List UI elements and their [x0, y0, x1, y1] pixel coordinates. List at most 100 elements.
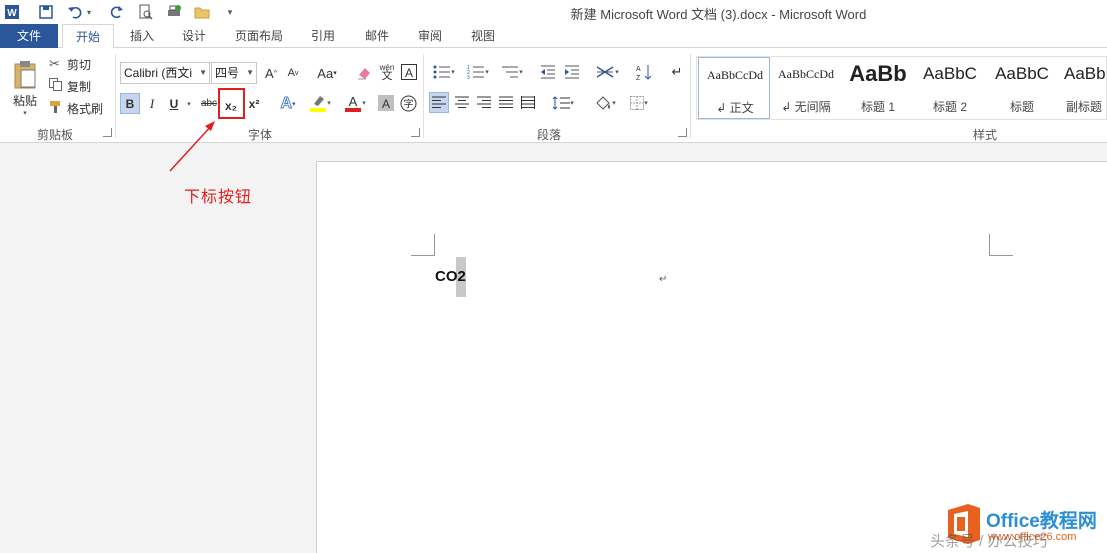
char-shading-button[interactable]: A — [377, 93, 395, 113]
style-name: 副标题 — [1066, 100, 1103, 114]
chevron-down-icon: ▼ — [246, 68, 254, 77]
highlight-button[interactable]: ▾ — [306, 92, 334, 114]
multilevel-list-icon — [502, 66, 519, 78]
sort-icon: AZ — [636, 65, 652, 81]
style-name: 标题 — [1009, 100, 1034, 114]
show-marks-button[interactable]: ↵ — [668, 62, 686, 82]
watermark: Office教程网 www.office26.com 头条号 / 办公技巧 — [930, 500, 1107, 553]
document-page[interactable] — [316, 161, 1107, 553]
font-color-button[interactable]: A ▾ — [340, 92, 370, 114]
separator — [423, 54, 424, 138]
italic-icon: I — [149, 95, 155, 111]
multilevel-list-button[interactable]: ▾ — [497, 62, 527, 82]
line-spacing-button[interactable]: ▾ — [548, 92, 578, 113]
svg-text:A: A — [349, 94, 358, 109]
style-subtitle[interactable]: AaBb 副标题 — [1058, 57, 1107, 119]
italic-button[interactable]: I — [144, 93, 160, 114]
paste-dropdown-icon[interactable]: ▾ — [20, 109, 30, 117]
cut-button[interactable]: ✂ 剪切 — [49, 55, 109, 73]
borders-button[interactable]: ▾ — [624, 92, 654, 113]
watermark-overlay: 头条号 / 办公技巧 — [930, 533, 1048, 550]
svg-text:A: A — [405, 66, 413, 80]
strikethrough-button[interactable]: abc — [198, 93, 220, 114]
scissors-icon: ✂ — [49, 56, 60, 71]
superscript-button[interactable]: x² — [244, 93, 264, 114]
eraser-icon — [358, 68, 370, 80]
paste-button[interactable]: 粘贴 — [8, 56, 42, 112]
align-left-icon — [432, 96, 446, 108]
strikethrough-icon: abc — [200, 98, 218, 109]
bold-button[interactable]: B — [120, 93, 140, 114]
shrink-font-button[interactable]: Av — [284, 62, 302, 84]
title-bar: W ▾ ▾ 新建 Microsoft Word 文档 (3).docx - Mi… — [0, 0, 1107, 24]
bullets-button[interactable]: ▾ — [429, 62, 459, 82]
text-effects-button[interactable]: A ▾ — [274, 93, 302, 114]
distributed-icon — [521, 96, 535, 109]
align-right-button[interactable] — [474, 92, 494, 113]
numbering-button[interactable]: 1 2 3 ▾ — [463, 62, 493, 82]
clipboard-launcher[interactable] — [103, 128, 112, 137]
grow-font-icon: A — [265, 65, 274, 81]
underline-button[interactable]: U — [166, 93, 182, 114]
underline-dropdown-icon[interactable]: ▾ — [184, 93, 194, 114]
style-normal[interactable]: AaBbCcDd ↲ 正文 — [698, 57, 770, 119]
style-title[interactable]: AaBbC 标题 — [986, 57, 1058, 119]
align-center-icon — [455, 96, 469, 108]
phonetic-guide-button[interactable]: wén 文 — [377, 60, 397, 84]
tab-references[interactable]: 引用 — [303, 24, 343, 48]
font-launcher[interactable] — [411, 128, 420, 137]
font-name-combo[interactable]: Calibri (西文i ▼ — [120, 62, 210, 84]
asian-layout-button[interactable]: ▾ — [591, 62, 623, 82]
align-left-button[interactable] — [429, 92, 449, 113]
separator — [115, 54, 116, 138]
shading-button[interactable]: ▾ — [590, 92, 620, 113]
margin-corner-top-left — [411, 234, 435, 256]
justify-button[interactable] — [496, 92, 516, 113]
clipboard-group-label: 剪贴板 — [36, 128, 73, 142]
window-title: 新建 Microsoft Word 文档 (3).docx - Microsof… — [570, 7, 867, 22]
tab-review[interactable]: 审阅 — [410, 24, 450, 48]
distributed-button[interactable] — [518, 92, 538, 113]
tab-home[interactable]: 开始 — [62, 24, 114, 49]
align-center-button[interactable] — [452, 92, 472, 113]
paragraph-mark: ↵ — [659, 274, 668, 285]
document-text[interactable]: CO2 — [435, 268, 466, 285]
tab-mailings[interactable]: 邮件 — [357, 24, 397, 48]
tab-page-layout[interactable]: 页面布局 — [230, 24, 288, 48]
decrease-indent-button[interactable] — [538, 62, 558, 82]
subscript-highlight-box — [218, 88, 245, 119]
format-painter-button[interactable]: 格式刷 — [49, 99, 109, 117]
style-sample: AaBbCcDd — [778, 67, 834, 81]
clear-formatting-button[interactable] — [354, 62, 374, 84]
char-border-icon: A — [401, 64, 417, 80]
svg-text:Z: Z — [636, 75, 641, 81]
tab-view[interactable]: 视图 — [463, 24, 503, 48]
enclose-chars-button[interactable]: 字 — [398, 93, 418, 113]
paragraph-launcher[interactable] — [678, 128, 687, 137]
increase-indent-icon — [565, 65, 579, 79]
style-sample: AaBb — [849, 61, 907, 86]
asian-layout-icon — [596, 66, 614, 78]
svg-text:3: 3 — [467, 75, 470, 80]
char-border-button[interactable]: A — [400, 62, 418, 82]
copy-button[interactable]: 复制 — [49, 77, 109, 95]
watermark-title: Office教程网 — [986, 511, 1097, 532]
style-no-spacing[interactable]: AaBbCcDd ↲ 无间隔 — [770, 57, 842, 119]
sort-button[interactable]: AZ — [634, 62, 654, 82]
styles-gallery: AaBbCcDd ↲ 正文 AaBbCcDd ↲ 无间隔 AaBb 标题 1 A… — [696, 56, 1107, 120]
tab-design[interactable]: 设计 — [174, 24, 214, 48]
grow-font-button[interactable]: A ^ — [262, 62, 280, 84]
tab-file[interactable]: 文件 — [0, 24, 58, 48]
style-heading-1[interactable]: AaBb 标题 1 — [842, 57, 914, 119]
text-effects-icon: A — [280, 94, 293, 112]
change-case-icon: Aa — [317, 65, 334, 81]
change-case-button[interactable]: Aa ▾ — [312, 62, 342, 84]
justify-icon — [499, 96, 513, 108]
brush-icon — [49, 100, 67, 117]
increase-indent-button[interactable] — [562, 62, 582, 82]
font-size-combo[interactable]: 四号 ▼ — [211, 62, 257, 84]
copy-label: 复制 — [67, 79, 92, 94]
tab-insert[interactable]: 插入 — [122, 24, 162, 48]
style-heading-2[interactable]: AaBbC 标题 2 — [914, 57, 986, 119]
phonetic-char-icon: 文 — [381, 70, 393, 82]
